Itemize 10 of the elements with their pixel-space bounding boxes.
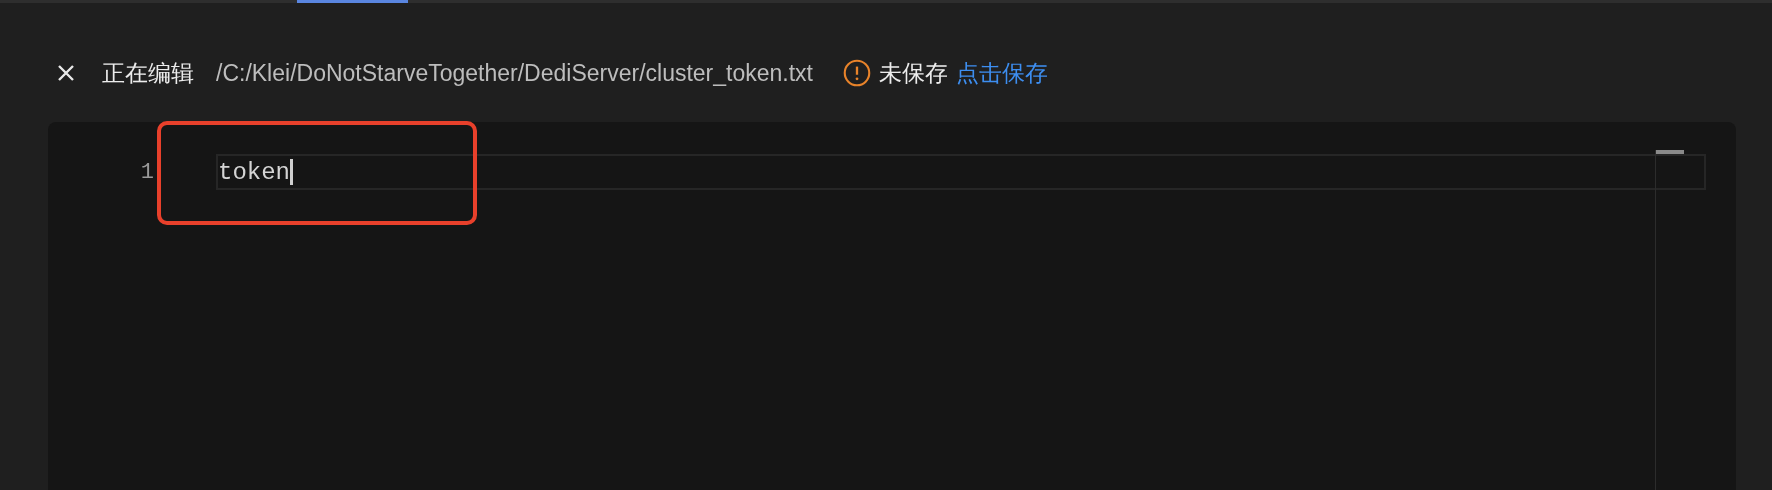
save-link[interactable]: 点击保存 (956, 57, 1048, 89)
line-number: 1 (139, 159, 154, 185)
code-text: token (218, 158, 290, 186)
ruler-marker (1656, 150, 1684, 154)
editing-label: 正在编辑 (102, 58, 194, 88)
warning-icon (843, 59, 871, 87)
file-path: /C:/Klei/DoNotStarveTogether/DediServer/cluster_token.txt (216, 59, 813, 87)
unsaved-status: 未保存 (879, 58, 948, 88)
text-cursor (290, 159, 293, 185)
close-icon[interactable] (56, 63, 76, 83)
